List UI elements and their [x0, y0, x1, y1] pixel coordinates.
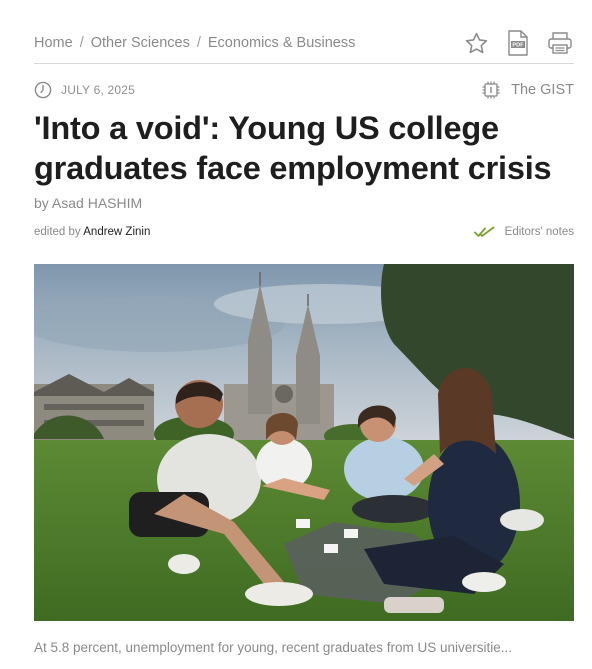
student-3-body	[344, 437, 424, 501]
article-tools: PDF	[462, 29, 574, 57]
pdf-button[interactable]: PDF	[504, 29, 532, 57]
breadcrumb-home[interactable]: Home	[34, 35, 73, 51]
article-meta: JULY 6, 2025 The GIST	[34, 79, 574, 101]
publish-date-text: JULY 6, 2025	[61, 83, 136, 97]
playing-card	[344, 529, 358, 538]
header-bar: Home / Other Sciences / Economics & Busi…	[34, 28, 574, 58]
gist-chip-icon	[482, 81, 500, 99]
the-gist-label: The GIST	[511, 82, 574, 98]
editor-name[interactable]: Andrew Zinin	[83, 226, 150, 238]
breadcrumb-economics-business[interactable]: Economics & Business	[208, 35, 355, 51]
pdf-icon: PDF	[508, 30, 528, 56]
student-1-shoe	[168, 554, 200, 574]
bookmark-button[interactable]	[462, 29, 490, 57]
print-icon	[548, 32, 572, 54]
clock-icon	[34, 81, 52, 99]
edited-by-prefix: edited by	[34, 226, 81, 238]
print-button[interactable]	[546, 29, 574, 57]
byline: by Asad HASHIM	[34, 195, 143, 211]
water-bottle	[384, 597, 444, 613]
article-photo-illustration	[34, 264, 574, 621]
sneaker-on-grass	[500, 509, 544, 531]
publish-date: JULY 6, 2025	[34, 81, 135, 99]
article-title: 'Into a void': Young US college graduate…	[34, 110, 552, 186]
student-3-legs	[352, 495, 436, 523]
article-photo[interactable]	[34, 264, 574, 621]
breadcrumb: Home / Other Sciences / Economics & Busi…	[34, 35, 355, 51]
building-windows	[44, 404, 144, 410]
photo-caption: At 5.8 percent, unemployment for young, …	[34, 640, 512, 655]
student-1-shoe	[245, 582, 313, 606]
breadcrumb-separator: /	[196, 35, 201, 51]
playing-card	[296, 519, 310, 528]
editors-notes-link[interactable]: Editors' notes	[473, 226, 574, 238]
the-gist-link[interactable]: The GIST	[481, 80, 574, 100]
rose-window	[275, 385, 293, 403]
edited-by: edited by Andrew Zinin	[34, 226, 150, 238]
pdf-icon-label: PDF	[512, 43, 524, 49]
star-icon	[465, 32, 487, 53]
playing-card	[324, 544, 338, 553]
editor-row: edited by Andrew Zinin Editors' notes	[34, 223, 574, 241]
double-check-icon	[473, 226, 495, 237]
header-divider	[34, 63, 574, 64]
student-4-shoe	[462, 572, 506, 592]
breadcrumb-separator: /	[79, 35, 84, 51]
editors-notes-label: Editors' notes	[504, 226, 574, 238]
breadcrumb-other-sciences[interactable]: Other Sciences	[91, 35, 190, 51]
